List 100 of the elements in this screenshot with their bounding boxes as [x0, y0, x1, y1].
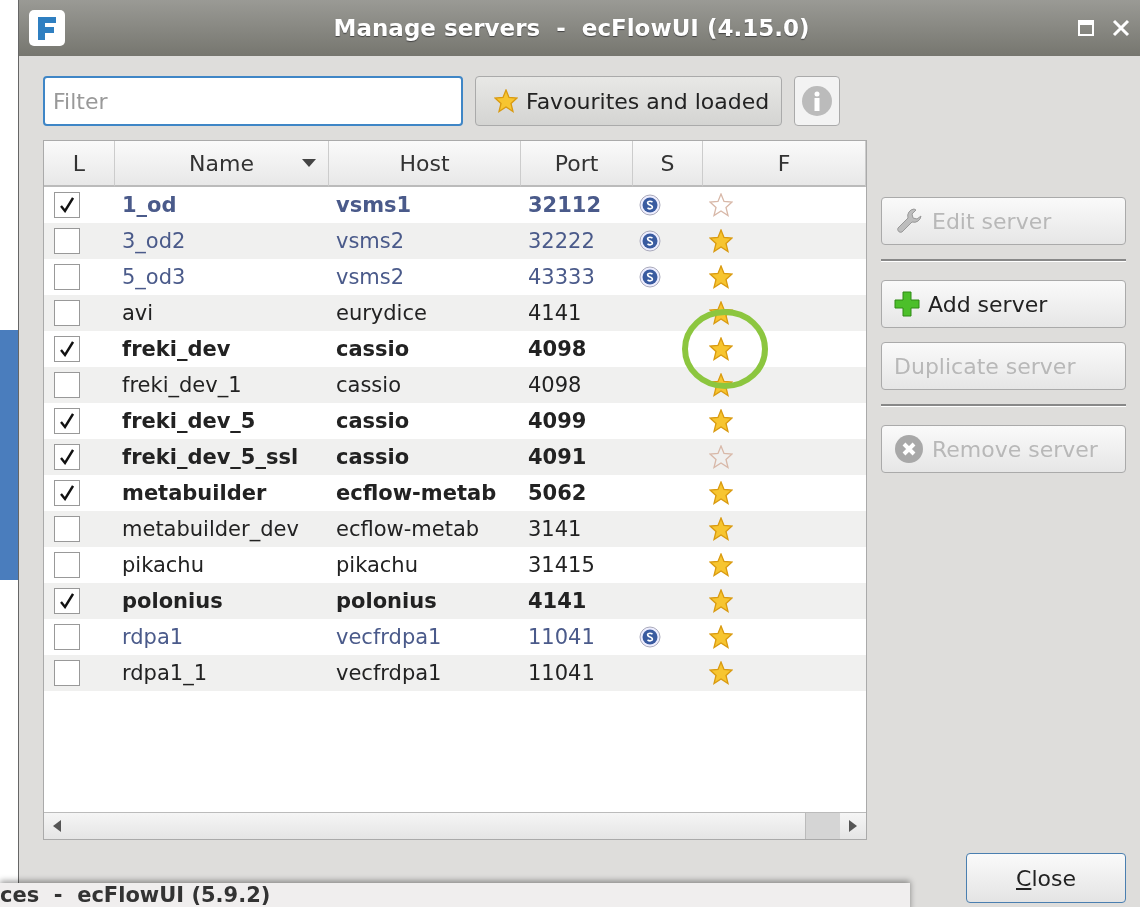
- server-name: freki_dev_5_ssl: [121, 445, 299, 469]
- checkbox[interactable]: [54, 372, 80, 398]
- checkbox[interactable]: [54, 660, 80, 686]
- star-icon[interactable]: [709, 265, 733, 289]
- host-name: vsms2: [335, 229, 405, 253]
- port-number: 43333: [527, 265, 595, 289]
- star-icon[interactable]: [709, 481, 733, 505]
- sort-caret-icon: [302, 159, 316, 167]
- table-row[interactable]: metabuilder_dev ecflow-metab 3141: [44, 511, 866, 547]
- column-header[interactable]: L: [44, 141, 115, 187]
- s-badge-icon: [639, 230, 661, 252]
- port-number: 32222: [527, 229, 595, 253]
- port-number: 4141: [527, 589, 587, 613]
- server-name: freki_dev_1: [121, 373, 242, 397]
- star-icon[interactable]: [709, 553, 733, 577]
- column-header[interactable]: Host: [329, 141, 521, 187]
- host-name: ecflow-metab: [335, 517, 480, 541]
- server-name: 1_od: [121, 193, 177, 217]
- server-name: freki_dev: [121, 337, 231, 361]
- port-number: 32112: [527, 193, 602, 217]
- star-icon[interactable]: [494, 89, 518, 113]
- host-name: vsms1: [335, 193, 412, 217]
- host-name: cassio: [335, 409, 410, 433]
- checkmark-icon: [60, 197, 74, 213]
- table-row[interactable]: avi eurydice 4141: [44, 295, 866, 331]
- s-badge-icon: [639, 194, 661, 216]
- left-arrow-icon[interactable]: [53, 820, 61, 832]
- info-button[interactable]: [794, 76, 841, 126]
- host-name: cassio: [335, 445, 410, 469]
- checkbox[interactable]: [54, 588, 80, 614]
- table-row[interactable]: rdpa1_1 vecfrdpa1 11041: [44, 655, 866, 691]
- host-name: vsms2: [335, 265, 405, 289]
- table-row[interactable]: 3_od2 vsms2 32222: [44, 223, 866, 259]
- table-row[interactable]: freki_dev_5_ssl cassio 4091: [44, 439, 866, 475]
- column-header[interactable]: S: [633, 141, 703, 187]
- checkmark-icon: [60, 341, 74, 357]
- s-badge-icon: [639, 626, 661, 648]
- checkbox[interactable]: [54, 444, 80, 470]
- table-row[interactable]: polonius polonius 4141: [44, 583, 866, 619]
- action-button[interactable]: Add server: [881, 280, 1126, 328]
- server-name: avi: [121, 301, 154, 325]
- star-icon[interactable]: [709, 409, 733, 433]
- host-name: vecfrdpa1: [335, 661, 442, 685]
- checkbox[interactable]: [54, 300, 80, 326]
- server-name: rdpa1: [121, 625, 184, 649]
- checkbox[interactable]: [54, 228, 80, 254]
- host-name: vecfrdpa1: [335, 625, 442, 649]
- checkbox[interactable]: [54, 264, 80, 290]
- checkmark-icon: [60, 593, 74, 609]
- star-icon[interactable]: [709, 229, 733, 253]
- maximize-icon[interactable]: [1078, 20, 1094, 36]
- star-icon[interactable]: [709, 301, 733, 325]
- table-row[interactable]: freki_dev_1 cassio 4098: [44, 367, 866, 403]
- scrollbar-thumb[interactable]: [805, 813, 840, 839]
- port-number: 11041: [527, 625, 595, 649]
- server-name: polonius: [121, 589, 223, 613]
- plus-icon: [894, 291, 920, 317]
- port-number: 4098: [527, 337, 587, 361]
- server-name: rdpa1_1: [121, 661, 207, 685]
- checkbox[interactable]: [54, 552, 80, 578]
- star-icon[interactable]: [709, 661, 733, 685]
- column-header[interactable]: F: [703, 141, 866, 187]
- background-window-title: ces - ecFlowUI (5.9.2): [0, 883, 271, 907]
- close-button[interactable]: Close: [966, 853, 1126, 903]
- star-outline-icon[interactable]: [709, 445, 733, 469]
- server-name: metabuilder: [121, 481, 267, 505]
- window-title: Manage servers - ecFlowUI (4.15.0): [332, 15, 811, 41]
- star-icon[interactable]: [709, 337, 733, 361]
- host-name: polonius: [335, 589, 437, 613]
- star-icon[interactable]: [709, 589, 733, 613]
- column-header[interactable]: Port: [521, 141, 633, 187]
- info-icon: [801, 85, 834, 117]
- port-number: 4141: [527, 301, 582, 325]
- host-name: pikachu: [335, 553, 418, 577]
- star-icon[interactable]: [709, 625, 733, 649]
- port-number: 4098: [527, 373, 582, 397]
- favourites-button[interactable]: Favourites and loaded: [475, 76, 783, 126]
- star-outline-icon[interactable]: [709, 193, 733, 217]
- checkbox[interactable]: [54, 192, 80, 218]
- checkmark-icon: [60, 449, 74, 465]
- checkbox[interactable]: [54, 336, 80, 362]
- close-icon[interactable]: [1112, 19, 1130, 37]
- close-circle-icon: [894, 434, 924, 464]
- host-name: ecflow-metab: [335, 481, 497, 505]
- server-name: 3_od2: [121, 229, 186, 253]
- host-name: eurydice: [335, 301, 427, 325]
- port-number: 4099: [527, 409, 587, 433]
- checkbox[interactable]: [54, 516, 80, 542]
- checkmark-icon: [60, 413, 74, 429]
- right-arrow-icon[interactable]: [849, 820, 857, 832]
- host-name: cassio: [335, 373, 401, 397]
- checkbox[interactable]: [54, 408, 80, 434]
- server-name: metabuilder_dev: [121, 517, 299, 541]
- star-icon[interactable]: [709, 517, 733, 541]
- app-logo-icon: [29, 10, 65, 46]
- column-header[interactable]: Name: [115, 141, 329, 187]
- horizontal-scrollbar[interactable]: [44, 812, 866, 839]
- checkbox[interactable]: [54, 624, 80, 650]
- filter-field[interactable]: Filter: [43, 76, 463, 126]
- checkbox[interactable]: [54, 480, 80, 506]
